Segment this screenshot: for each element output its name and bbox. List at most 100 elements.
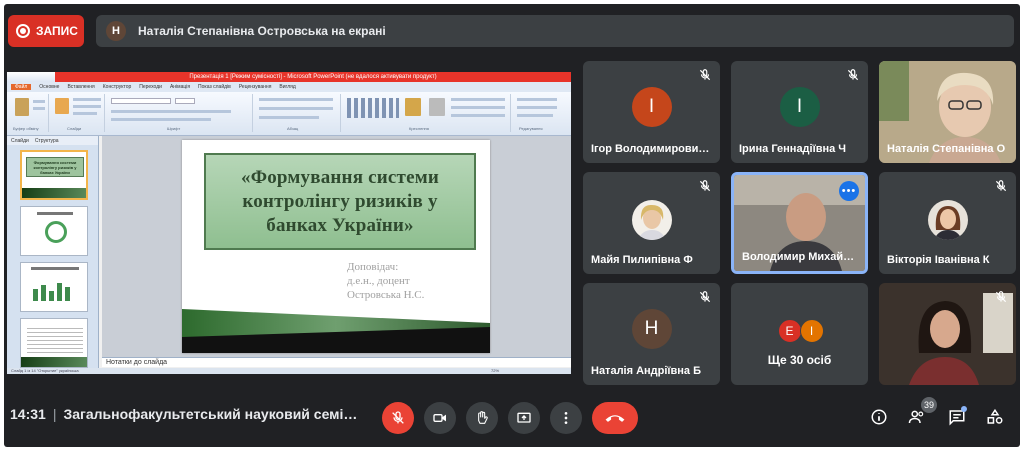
mic-off-icon [847,69,859,81]
panel-tab-outline: Структура [34,137,59,144]
ppt-group-editing: Редагування [513,94,563,132]
participant-name: Майя Пилипівна Ф [591,254,693,266]
ppt-tab: Рецензування [238,84,272,90]
record-icon [16,24,30,38]
activities-icon [987,408,1003,424]
mic-toggle-button[interactable] [382,402,414,434]
present-screen-button[interactable] [508,402,540,434]
slide-thumbnail: 3 [20,262,88,312]
present-icon [517,412,531,423]
quick-styles-icon [429,98,445,116]
presenter-banner[interactable]: Н Наталія Степанівна Островська на екран… [96,15,1014,47]
slide-editor: «Формування системи контролінгу ризиків … [102,136,571,357]
separator: | [52,406,57,422]
others-count-label: Ще 30 осіб [767,353,832,367]
zoom-level: 72% [491,368,500,373]
videocam-icon [433,414,446,422]
avatar: Е [777,319,802,343]
participant-tile[interactable]: Наталія Степанівна О [879,61,1016,163]
meeting-details: 14:31 | Загальнофакультетський науковий … [10,406,357,422]
participant-name: Ігор Володимирович Ш [591,143,714,155]
avatar: Н [631,309,672,349]
slide-thumbnail: 1 Формування системи контролінгу ризиків… [20,150,88,200]
ppt-tab: Вигляд [279,84,296,90]
avatar: І [779,87,820,127]
leave-call-button[interactable] [592,402,638,434]
slide-author: Доповідач: д.е.н., доцент Островська Н.С… [347,261,425,301]
slide-title-box: «Формування системи контролінгу ризиків … [204,153,476,250]
ppt-tab: Показ слайдів [198,84,231,90]
participant-name: Вікторія Іванівна К [887,254,990,266]
presenter-avatar: Н [106,21,126,41]
mic-off-icon [699,291,711,303]
participant-tile[interactable]: Н Наталія Андріївна Б [583,283,720,385]
ppt-group-paragraph: Абзац [255,94,341,132]
ppt-tab: Файл [11,84,32,90]
avatar-photo [927,200,968,240]
ppt-window-title: Презентація 1 [Режим сумісності] - Micro… [55,72,571,82]
others-tile[interactable]: Е І Ще 30 осіб [731,283,868,385]
more-options-icon[interactable]: ••• [839,181,859,201]
clock: 14:31 [10,406,46,422]
ppt-group-clipboard: Буфер обміну [9,94,49,132]
ppt-ribbon-tabs: Файл Основне Вставлення Конструктор Пере… [7,82,571,92]
ppt-tab: Переходи [139,84,162,90]
mic-off-icon [995,180,1007,192]
mic-off-icon [995,291,1007,303]
mic-off-icon [699,69,711,81]
ppt-tab: Конструктор [102,84,132,90]
participants-button[interactable]: 39 [906,397,937,428]
slides-panel: Слайди Структура 1 Формування системи ко… [7,136,99,368]
participant-tile[interactable] [879,283,1016,385]
arrange-icon [405,98,421,116]
more-vert-icon [564,412,568,424]
slide-thumbnail: 4 [20,318,88,368]
raise-hand-button[interactable] [466,402,498,434]
ppt-group-slides: Слайди [51,94,105,132]
participant-tile[interactable]: І Ігор Володимирович Ш [583,61,720,163]
participant-tile[interactable]: Вікторія Іванівна К [879,172,1016,274]
avatar: І [799,319,824,343]
camera-toggle-button[interactable] [424,402,456,434]
others-avatars: Е І [777,319,824,343]
chat-button[interactable] [946,406,968,428]
ppt-tab: Анімація [169,84,191,90]
unread-dot [961,406,967,412]
meeting-title: Загальнофакультетський науковий семі… [63,406,358,422]
participant-tile[interactable]: Майя Пилипівна Ф [583,172,720,274]
more-options-button[interactable] [550,402,582,434]
participant-tile[interactable]: І Ірина Геннадіївна Ч [731,61,868,163]
participant-name: Ірина Геннадіївна Ч [739,143,846,155]
participant-name: Наталія Степанівна О [887,143,1006,155]
ppt-tab: Основне [39,84,60,90]
participant-name: Наталія Андріївна Б [591,365,702,377]
ppt-status-bar: Слайд 1 із 14 "Открытие" українська 72% [7,368,571,374]
recording-indicator[interactable]: ЗАПИС [8,15,84,47]
mic-off-icon [699,180,711,192]
meeting-info-button[interactable] [868,406,890,428]
participant-tile-active-speaker[interactable]: ••• Володимир Михайлович [731,172,868,274]
current-slide: «Формування системи контролінгу ризиків … [182,140,490,353]
ppt-tab: Вставлення [67,84,95,90]
panel-tab-slides: Слайди [11,137,29,144]
avatar-photo [631,200,672,240]
avatar: І [631,87,672,127]
raise-hand-icon [478,411,488,424]
new-slide-icon [55,98,69,114]
paste-icon [15,98,29,116]
slide-title: «Формування системи контролінгу ризиків … [241,166,439,236]
info-icon [871,409,887,425]
mic-off-icon [392,411,404,424]
shared-screen[interactable]: Презентація 1 [Режим сумісності] - Micro… [7,72,571,374]
ppt-ribbon: Буфер обміну Слайди Шрифт Абзац Кресленн… [7,92,571,136]
slide-thumbnail: 2 [20,206,88,256]
slide-decor-band [182,309,490,353]
recording-label: ЗАПИС [36,24,78,38]
meet-window: ЗАПИС Н Наталія Степанівна Островська на… [4,4,1020,447]
participant-name: Володимир Михайлович [742,251,859,263]
participant-count-badge: 39 [921,397,937,413]
notes-pane: Нотатки до слайда [102,357,571,367]
end-call-icon [605,415,625,422]
ppt-group-drawing: Креслення [343,94,511,132]
activities-button[interactable] [984,406,1006,428]
